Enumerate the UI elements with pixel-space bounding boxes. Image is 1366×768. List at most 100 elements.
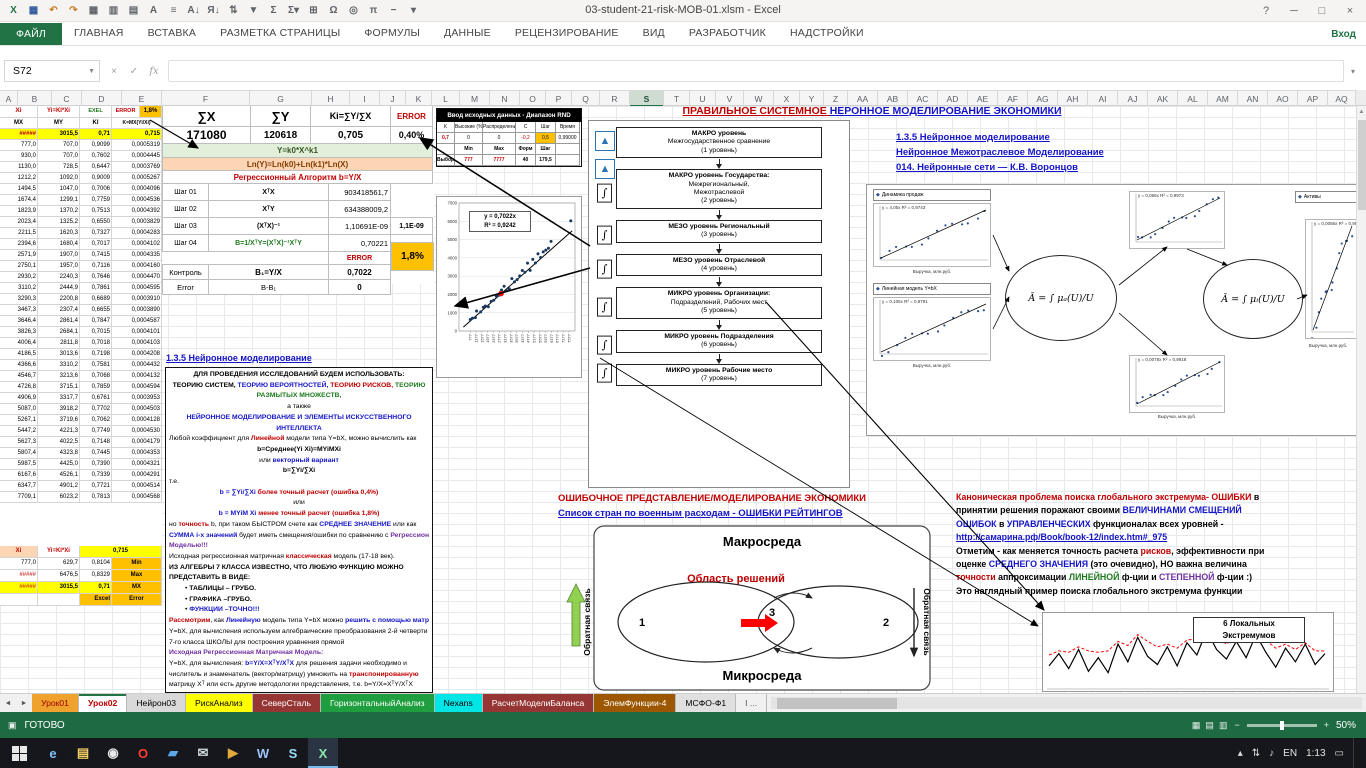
column-header-M[interactable]: M xyxy=(460,91,490,107)
page-layout-view-icon[interactable]: ▤ xyxy=(1205,720,1214,731)
cell[interactable] xyxy=(556,155,580,166)
neural-links[interactable]: 1.3.5 Нейронное моделированиеНейронное М… xyxy=(896,130,1176,175)
table-row[interactable]: 1674,4 1299,1 0,7759 0,0004536 xyxy=(0,195,162,206)
enter-icon[interactable]: ✓ xyxy=(124,61,144,81)
cell[interactable]: 0,5 xyxy=(536,133,556,144)
error-badge[interactable]: 1,8% xyxy=(391,242,434,271)
cell[interactable]: B₁=Y/X xyxy=(208,264,329,280)
cell[interactable]: 1325,2 xyxy=(38,217,80,228)
insert-function-icon[interactable]: fx xyxy=(144,61,164,81)
formula-bar-expand-icon[interactable]: ▾ xyxy=(1344,67,1362,76)
sheet-tab-riskanaliz[interactable]: РискАнализ xyxy=(186,694,253,712)
cell[interactable]: 0,7702 xyxy=(80,404,112,415)
cell[interactable]: 4366,6 xyxy=(0,360,38,371)
cell[interactable]: 0,7813 xyxy=(80,492,112,503)
cell[interactable]: 0,40% xyxy=(390,126,433,144)
cell[interactable]: 5807,4 xyxy=(0,448,38,459)
table-row[interactable]: 5267,1 3719,6 0,7062 0,0004128 xyxy=(0,415,162,426)
table-row[interactable]: 1130,0 728,5 0,6447 0,0003769 xyxy=(0,162,162,173)
table-row[interactable]: 1823,9 1370,2 0,7513 0,0004392 xyxy=(0,206,162,217)
cell[interactable]: 0,0004470 xyxy=(112,272,162,283)
cell[interactable]: 0,6655 xyxy=(80,305,112,316)
cell[interactable]: 4323,8 xyxy=(38,448,80,459)
cell[interactable]: 0,7759 xyxy=(80,195,112,206)
cell[interactable]: 903418561,7 xyxy=(328,183,391,201)
cell[interactable]: 0,0004102 xyxy=(112,239,162,250)
undo-icon[interactable]: ↶ xyxy=(44,2,63,20)
table-row[interactable]: 2750,1 1957,0 0,7116 0,0004160 xyxy=(0,261,162,272)
regression-step-row[interactable]: Шаг 03 (XᵀX)⁻¹ 1,10691E-09 1,1E-09 xyxy=(163,218,434,235)
column-header-AC[interactable]: AC xyxy=(908,91,938,107)
filter-icon[interactable]: ▼ xyxy=(244,2,263,20)
column-header-O[interactable]: O xyxy=(520,91,546,107)
column-header-AI[interactable]: AI xyxy=(1088,91,1118,107)
cell[interactable]: 0,0004101 xyxy=(112,327,162,338)
cell[interactable]: 1212,2 xyxy=(0,173,38,184)
column-header-Z[interactable]: Z xyxy=(824,91,848,107)
theory-text-box[interactable]: ДЛЯ ПРОВЕДЕНИЯ ИССЛЕДОВАНИЙ БУДЕМ ИСПОЛЬ… xyxy=(165,367,433,693)
flowchart-level[interactable]: ∫ МИКРО уровень Рабочие место (7 уровень… xyxy=(589,364,849,387)
cell[interactable]: 3213,6 xyxy=(38,371,80,382)
show-desktop-button[interactable] xyxy=(1353,738,1358,768)
cell[interactable]: 0,7 xyxy=(437,133,455,144)
cell[interactable]: 4546,7 xyxy=(0,371,38,382)
cell[interactable]: 0,0004514 xyxy=(112,481,162,492)
sheet-tab-more[interactable]: I ... xyxy=(736,694,767,712)
cell[interactable] xyxy=(390,200,433,218)
sheet-tab-msfo-f1[interactable]: МСФО-Ф1 xyxy=(676,694,736,712)
cell[interactable] xyxy=(208,251,329,265)
network-icon[interactable]: ⇅ xyxy=(1252,748,1260,759)
flowchart-level[interactable]: ∫ МЕЗО уровень Отраслевой (4 уровень) xyxy=(589,254,849,288)
table-row[interactable]: 4186,5 3013,6 0,7198 0,0004208 xyxy=(0,349,162,360)
sort-icon[interactable]: ⇅ xyxy=(224,2,243,20)
cell[interactable]: 1,1E-09 xyxy=(390,217,433,235)
column-header-P[interactable]: P xyxy=(546,91,572,107)
cell[interactable]: 0,0004335 xyxy=(112,250,162,261)
redo-icon[interactable]: ↷ xyxy=(64,2,83,20)
cell[interactable]: 0,0004445 xyxy=(112,151,162,162)
cell[interactable]: 0,7006 xyxy=(80,184,112,195)
column-header-Y[interactable]: Y xyxy=(800,91,824,107)
rnd-input-table[interactable]: Ввод исходных данных - Диапазон RND К Вы… xyxy=(436,108,582,167)
column-header-AO[interactable]: AO xyxy=(1268,91,1298,107)
cell[interactable]: B=1/XᵀY=(XᵀX)⁻¹XᵀY xyxy=(208,234,329,252)
clock[interactable]: 1:13 xyxy=(1306,748,1325,759)
excel-logo-icon[interactable]: X xyxy=(4,2,23,20)
cell[interactable]: 0,0004503 xyxy=(112,404,162,415)
column-header-B[interactable]: B xyxy=(18,91,52,107)
cell[interactable]: 0,99000 xyxy=(556,133,580,144)
column-header-C[interactable]: C xyxy=(52,91,82,107)
cell[interactable]: 5087,0 xyxy=(0,404,38,415)
cell[interactable]: 1299,1 xyxy=(38,195,80,206)
scroll-up-icon[interactable]: ▲ xyxy=(1357,106,1366,115)
taskbar-explorer-icon[interactable]: ▤ xyxy=(68,738,98,768)
column-header-D[interactable]: D xyxy=(82,91,122,107)
tab-file[interactable]: ФАЙЛ xyxy=(0,23,62,45)
column-header-W[interactable]: W xyxy=(744,91,774,107)
table-row[interactable]: ##### 3015,5 0,71 MX xyxy=(0,582,162,594)
scatter-chart[interactable]: 0100020003000400050006000700077711771577… xyxy=(436,196,582,378)
cell[interactable]: 0,0004594 xyxy=(112,382,162,393)
help-button[interactable]: ? xyxy=(1252,0,1280,22)
tab-home[interactable]: ГЛАВНАЯ xyxy=(62,23,136,45)
cell[interactable]: (XᵀX)⁻¹ xyxy=(208,217,329,235)
maximize-button[interactable]: □ xyxy=(1308,0,1336,22)
cell[interactable]: 0,0004160 xyxy=(112,261,162,272)
cell[interactable]: 0,71 xyxy=(80,582,112,594)
levels-flowchart[interactable]: ▲ ▲ ∫ МАКРО уровень Межгосударственное с… xyxy=(588,120,850,488)
sheet-tab-neiron03[interactable]: Нейрон03 xyxy=(127,694,186,712)
table-row[interactable]: 5987,5 4425,0 0,7390 0,0004321 xyxy=(0,459,162,470)
cell[interactable]: Время xyxy=(556,122,580,133)
column-header-E[interactable]: E xyxy=(122,91,162,107)
cell[interactable]: ##### xyxy=(0,582,38,594)
cell[interactable]: 0,715 xyxy=(112,129,162,140)
cell[interactable]: 0,0004595 xyxy=(112,283,162,294)
horizontal-scrollbar[interactable] xyxy=(771,697,1362,709)
table-row[interactable]: 777,0 629,7 0,8104 Min xyxy=(0,558,162,570)
cell[interactable]: 6167,6 xyxy=(0,470,38,481)
cell[interactable]: 0,7017 xyxy=(80,239,112,250)
cell[interactable]: Шаг xyxy=(536,122,556,133)
cell[interactable]: 0,70221 xyxy=(328,234,391,252)
taskbar-excel-icon[interactable]: X xyxy=(308,738,338,768)
cell[interactable]: 0,0004587 xyxy=(112,316,162,327)
